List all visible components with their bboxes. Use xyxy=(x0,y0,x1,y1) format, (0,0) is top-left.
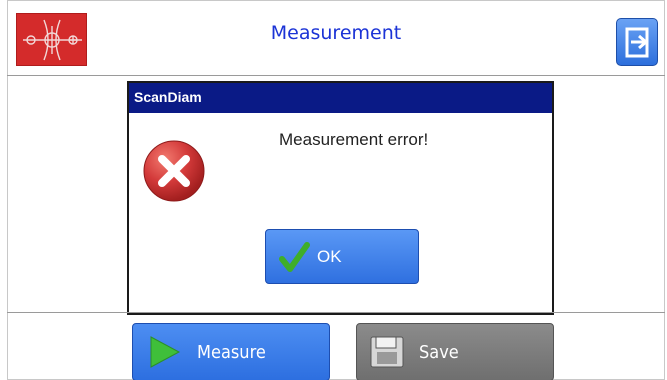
checkmark-icon xyxy=(279,241,310,272)
dialog-title: ScanDiam xyxy=(129,83,552,113)
exit-button[interactable] xyxy=(616,18,658,66)
measure-button-label: Measure xyxy=(197,341,266,363)
save-button[interactable]: Save xyxy=(356,323,554,380)
save-button-label: Save xyxy=(419,341,459,363)
play-icon xyxy=(150,336,181,368)
ok-button-label: OK xyxy=(317,246,342,266)
floppy-disk-icon xyxy=(370,336,404,368)
header: Measurement xyxy=(7,0,665,76)
ok-button[interactable]: OK xyxy=(265,229,419,284)
footer-toolbar: Measure Save xyxy=(7,312,665,380)
error-x-icon xyxy=(138,135,210,207)
dialog-message: Measurement error! xyxy=(279,130,429,149)
exit-door-icon xyxy=(625,27,649,58)
measure-button[interactable]: Measure xyxy=(132,323,330,380)
error-dialog: ScanDiam Measurement error! OK xyxy=(127,81,554,315)
page-title: Measurement xyxy=(270,22,402,44)
